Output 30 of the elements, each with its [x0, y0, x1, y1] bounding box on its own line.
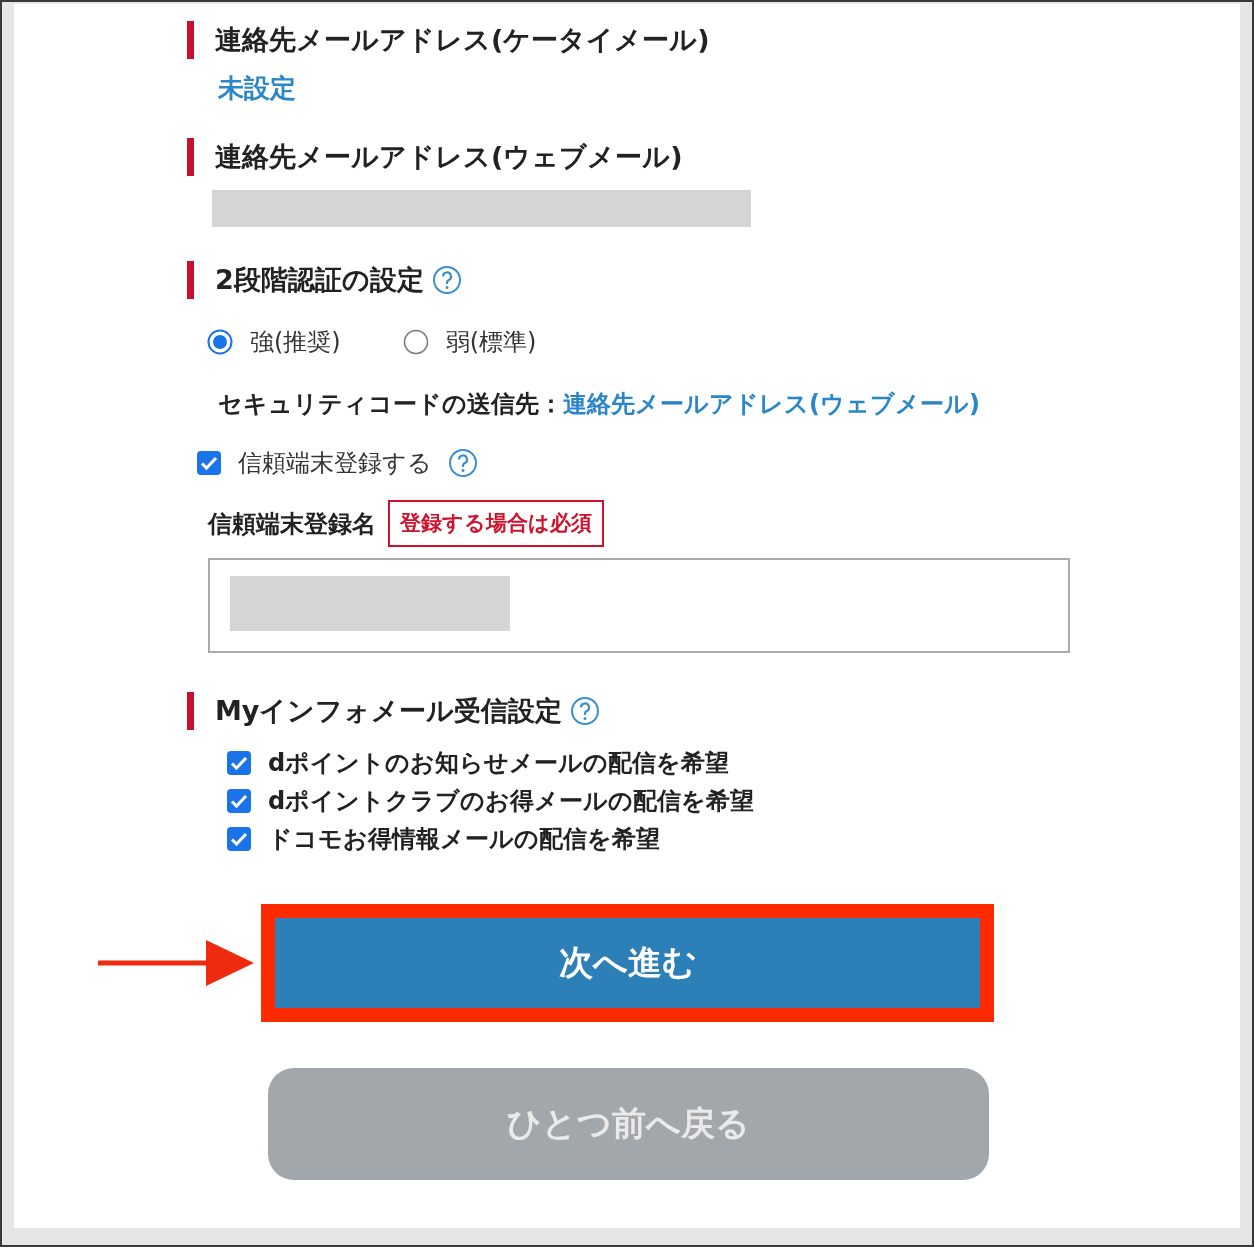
help-icon[interactable]	[431, 265, 462, 295]
heading-bar	[187, 21, 194, 59]
checkbox-label[interactable]: ドコモお得情報メールの配信を希望	[268, 823, 660, 855]
radio-label[interactable]: 弱(標準)	[445, 326, 537, 358]
section-heading: 連絡先メールアドレス(ケータイメール)	[215, 23, 710, 57]
field-label: 信頼端末登録名	[208, 508, 376, 540]
heading-bar	[187, 138, 194, 176]
checkbox[interactable]	[226, 750, 252, 776]
heading-bar	[187, 261, 194, 299]
destination-link[interactable]: 連絡先メールアドレス(ウェブメール)	[563, 388, 980, 420]
checkbox-label[interactable]: dポイントクラブのお得メールの配信を希望	[268, 785, 755, 817]
destination-label: セキュリティコードの送信先：	[218, 389, 563, 420]
required-badge: 登録する場合は必須	[388, 500, 604, 547]
heading-bar	[187, 692, 194, 730]
next-button[interactable]: 次へ進む	[275, 918, 980, 1008]
radio-button[interactable]	[207, 329, 233, 355]
radio-label[interactable]: 強(推奨)	[250, 326, 341, 358]
unset-link[interactable]: 未設定	[218, 70, 296, 106]
section-heading: 連絡先メールアドレス(ウェブメール)	[215, 140, 683, 174]
checkbox[interactable]	[226, 826, 252, 852]
checkbox[interactable]	[226, 788, 252, 814]
checkbox-label[interactable]: 信頼端末登録する	[238, 447, 432, 479]
checkbox-label[interactable]: dポイントのお知らせメールの配信を希望	[268, 747, 730, 779]
section-heading: 2段階認証の設定	[215, 263, 424, 297]
checkbox[interactable]	[196, 450, 222, 476]
section-heading: Myインフォメール受信設定	[215, 694, 563, 728]
input-field[interactable]	[208, 558, 1070, 653]
help-icon[interactable]	[448, 448, 478, 478]
help-icon[interactable]	[570, 696, 601, 726]
radio-button[interactable]	[402, 329, 429, 355]
